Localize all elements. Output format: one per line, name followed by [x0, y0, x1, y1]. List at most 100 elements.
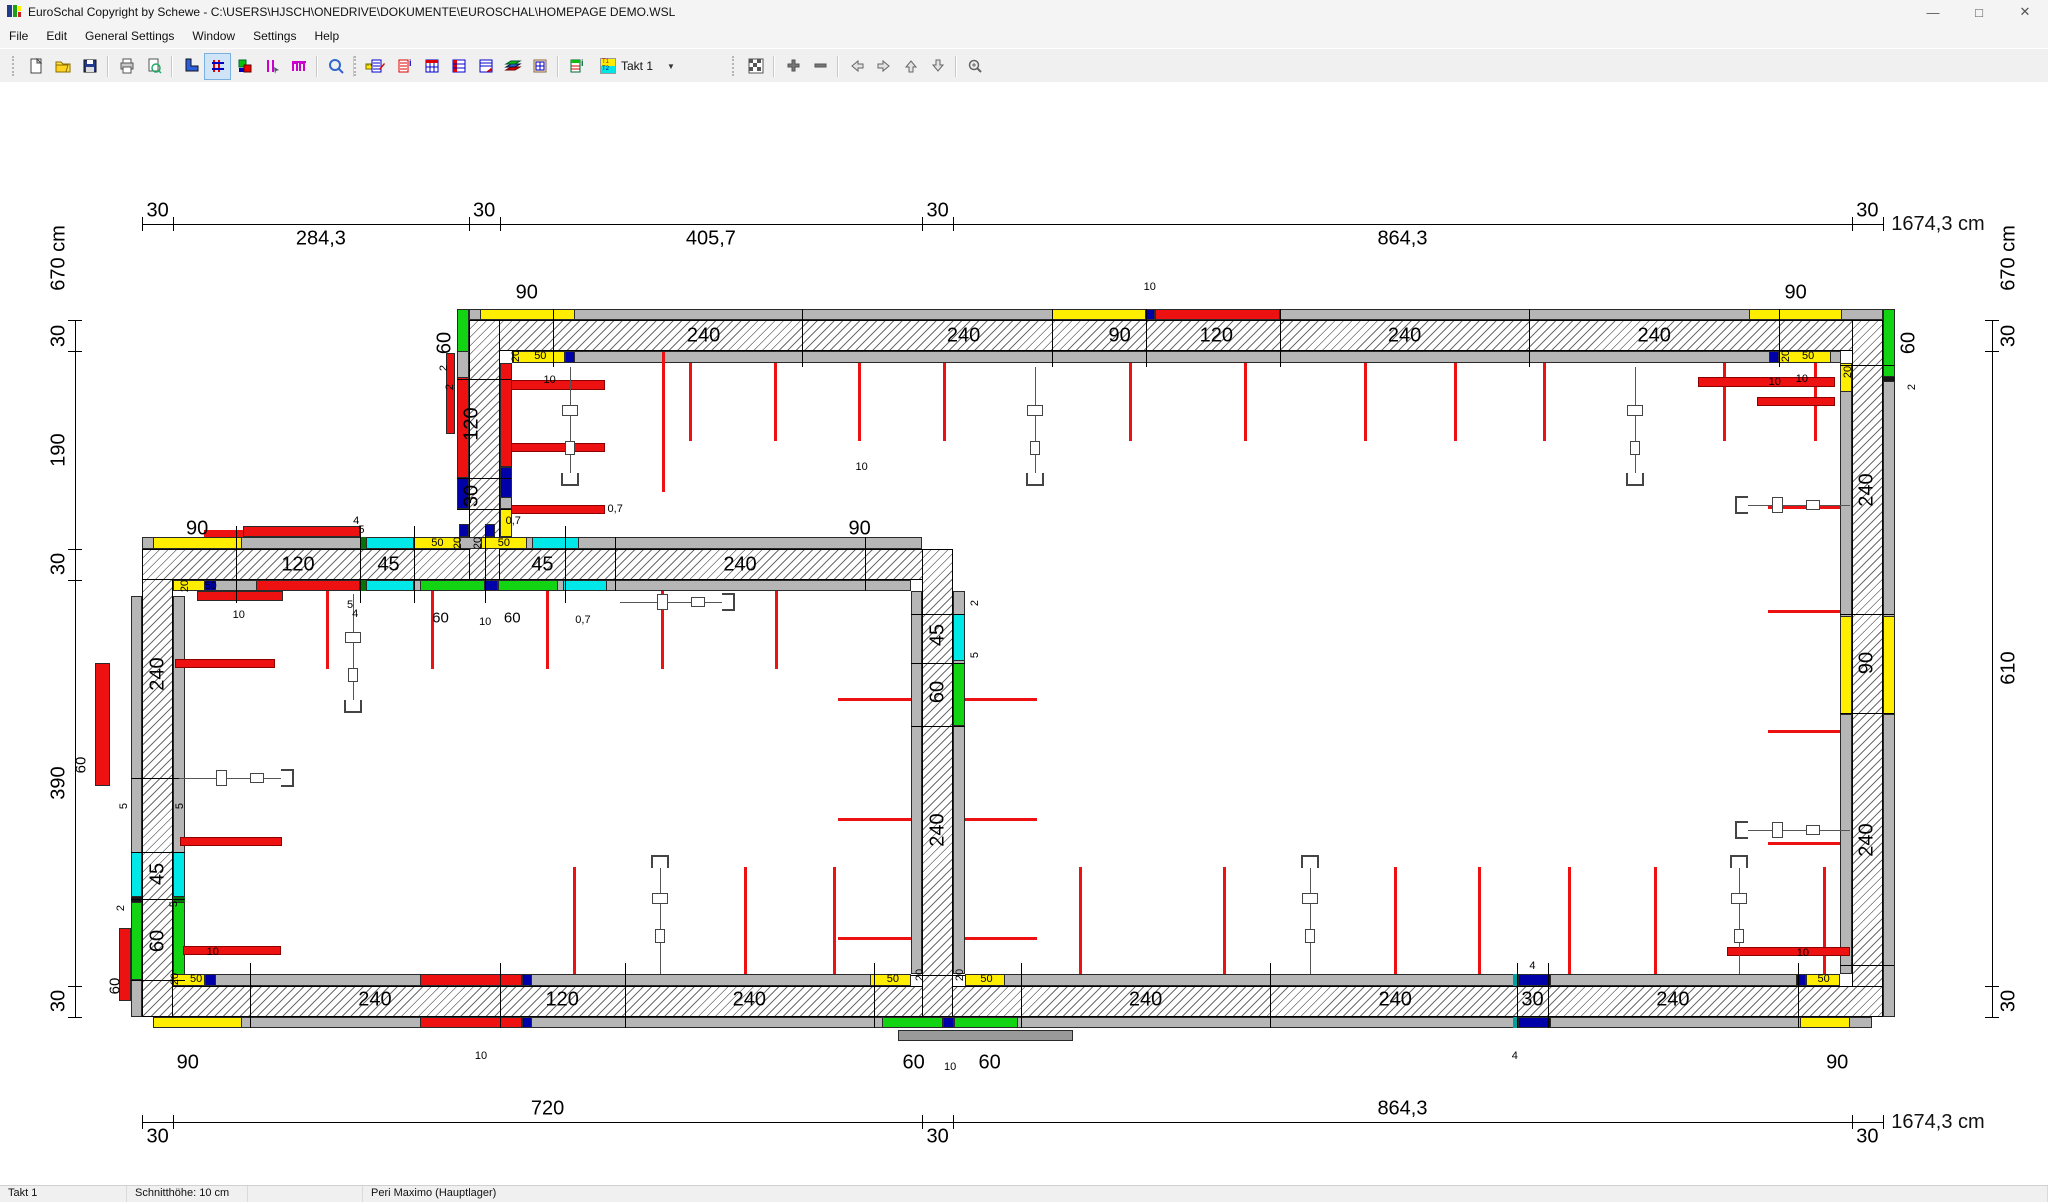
- plan-label: 10: [1797, 947, 1809, 959]
- menu-item-settings[interactable]: Settings: [244, 26, 305, 46]
- menu-item-window[interactable]: Window: [183, 26, 244, 46]
- menu-item-help[interactable]: Help: [305, 26, 348, 46]
- shuttering-button[interactable]: [231, 53, 258, 80]
- zoomwin-button[interactable]: [961, 53, 988, 80]
- assign-button[interactable]: [258, 53, 285, 80]
- table2-button[interactable]: [445, 53, 472, 80]
- dim-top-line: [142, 224, 1883, 225]
- formwork-panel-red: [256, 580, 360, 591]
- open-button[interactable]: [49, 53, 76, 80]
- plan-label: 90: [1784, 281, 1806, 304]
- table1-button[interactable]: [418, 53, 445, 80]
- dim-left-label: 30: [48, 324, 71, 346]
- plan-label: 2: [444, 383, 456, 389]
- plan-label: 2: [115, 905, 127, 911]
- prop-bracket: [561, 473, 579, 486]
- panel-joint: [1840, 965, 1894, 966]
- fit-button[interactable]: [742, 53, 769, 80]
- supports-button[interactable]: [285, 53, 312, 80]
- preview-button[interactable]: [140, 53, 167, 80]
- tie-mark: [1244, 363, 1247, 441]
- panel-joint: [457, 478, 511, 479]
- down-button[interactable]: [924, 53, 951, 80]
- stock-button[interactable]: [499, 53, 526, 80]
- brace-bar: [1727, 947, 1850, 956]
- prop-symbol: [660, 855, 661, 975]
- panel-joint: [457, 379, 511, 380]
- up-button[interactable]: [897, 53, 924, 80]
- print-button[interactable]: [113, 53, 140, 80]
- dim-left-tick: [68, 320, 82, 321]
- menu-item-general-settings[interactable]: General Settings: [76, 26, 183, 46]
- plan-label: 10: [544, 374, 556, 386]
- dim-left-tick: [68, 1017, 82, 1018]
- plan-label: 10: [1796, 373, 1808, 385]
- tie-mark: [1768, 842, 1841, 845]
- tie-mark: [1454, 363, 1457, 441]
- right-icon: [875, 57, 893, 75]
- dim-left-label: 30: [48, 990, 71, 1012]
- plan-label: 60: [926, 681, 949, 703]
- formwork-panel-green: [173, 902, 184, 980]
- panel-joint: [911, 726, 965, 727]
- formwork-panel-navy: [943, 1017, 954, 1028]
- formwork-panel-navy: [500, 467, 511, 498]
- assign-icon: [263, 57, 281, 75]
- walls-button[interactable]: [177, 53, 204, 80]
- catalog-button[interactable]: [526, 53, 553, 80]
- left-icon: [848, 57, 866, 75]
- toolbar-grip[interactable]: [732, 56, 737, 76]
- panel-joint: [1021, 963, 1022, 1029]
- tie-mark: [838, 818, 911, 821]
- dim-right-title: 670 cm: [1998, 225, 2021, 291]
- plan-label: 120: [281, 554, 314, 577]
- new-button[interactable]: [22, 53, 49, 80]
- report-button[interactable]: [472, 53, 499, 80]
- grid-button[interactable]: [204, 53, 231, 80]
- list-edit-button[interactable]: [364, 53, 391, 80]
- formwork-panel-navy: [205, 974, 215, 985]
- save-button[interactable]: [76, 53, 103, 80]
- formwork-panel-red: [243, 526, 361, 537]
- toolbar-grip[interactable]: [12, 56, 17, 76]
- prop-bracket: [344, 700, 362, 713]
- menu-item-edit[interactable]: Edit: [37, 26, 76, 46]
- panel-joint: [1840, 713, 1894, 714]
- formwork-panel-gray: [512, 351, 1841, 362]
- dim-left-tick: [68, 549, 82, 550]
- formwork-panel-cyan: [131, 852, 142, 897]
- toolbar-grip[interactable]: [354, 56, 359, 76]
- menu-item-file[interactable]: File: [0, 26, 37, 46]
- dim-right-line: [1992, 320, 1993, 1017]
- plus-button[interactable]: [779, 53, 806, 80]
- maximize-button[interactable]: □: [1956, 0, 2002, 24]
- dim-right-label: 610: [1998, 652, 2021, 685]
- tie-mark: [1543, 363, 1546, 441]
- prop-symbol: [1035, 367, 1036, 487]
- formwork-panel-green: [498, 580, 558, 591]
- drawing-canvas[interactable]: 2402409012024024090901060260220502050101…: [0, 82, 2048, 1186]
- toolbar-separator: [557, 56, 559, 77]
- plan-label: 10: [944, 1061, 956, 1073]
- plan-label: 20: [169, 973, 181, 985]
- minimize-button[interactable]: —: [1910, 0, 1956, 24]
- left-button[interactable]: [843, 53, 870, 80]
- plan-label: 90: [1856, 652, 1879, 674]
- prop-symbol: [179, 778, 293, 779]
- status-cell-0: Takt 1: [0, 1186, 127, 1202]
- right-button[interactable]: [870, 53, 897, 80]
- status-cell-3: Peri Maximo (Hauptlager): [363, 1186, 2048, 1202]
- zoom-button[interactable]: [322, 53, 349, 80]
- formwork-panel-yellow: [1800, 1017, 1850, 1028]
- plan-label: 45: [377, 554, 399, 577]
- dim-right-tick: [1985, 320, 1999, 321]
- parts-button[interactable]: i: [563, 53, 590, 80]
- panel-joint: [1840, 614, 1894, 615]
- tie-mark: [1364, 363, 1367, 441]
- takt-selector[interactable]: T1T2Takt 1▼: [596, 57, 679, 75]
- minus-button[interactable]: [806, 53, 833, 80]
- formwork-panel-green: [1883, 309, 1894, 378]
- close-button[interactable]: ✕: [2002, 0, 2048, 24]
- list-info-button[interactable]: i: [391, 53, 418, 80]
- prop-box: [1806, 500, 1820, 510]
